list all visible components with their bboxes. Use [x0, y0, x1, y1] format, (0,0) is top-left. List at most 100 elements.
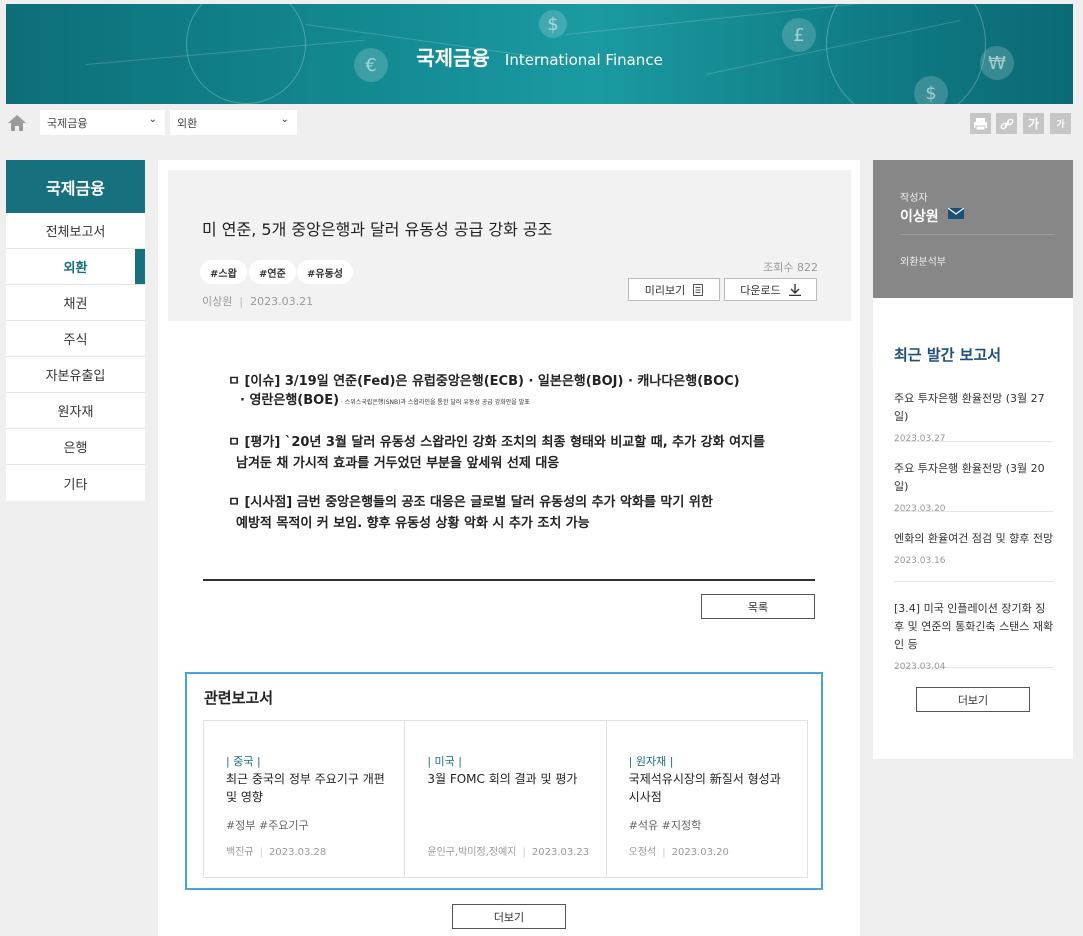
sidebar-item-bonds[interactable]: 채권	[6, 285, 145, 321]
article-meta: 이상원 | 2023.03.21	[202, 293, 313, 309]
subcategory-select-value: 외환	[177, 117, 198, 130]
document-icon	[693, 283, 704, 296]
summary-issue-line2: · 영란은행(BOE) · 스위스국립은행(SNB)과 스왑라인을 통한 달러 …	[240, 389, 530, 408]
summary-implication-line2: 예방적 목적이 커 보임. 향후 유동성 상황 악화 시 추가 조치 가능	[236, 516, 590, 531]
banner-title-ko: 국제금융	[416, 46, 490, 70]
sidebar-item-fx[interactable]: 외환	[6, 249, 145, 285]
related-card-title[interactable]: 국제석유시장의 新질서 형성과 시사점	[629, 770, 789, 806]
sidebar-item-capital-flows[interactable]: 자본유출입	[6, 357, 145, 393]
tag-liquidity[interactable]: #유동성	[297, 260, 353, 284]
recent-reports: 최근 발간 보고서 주요 투자은행 환율전망 (3월 27일) 2023.03.…	[873, 298, 1073, 759]
sidebar-item-commodities[interactable]: 원자재	[6, 393, 145, 429]
recent-item-date: 2023.03.04	[894, 662, 946, 672]
preview-button[interactable]: 미리보기	[628, 278, 720, 301]
summary-evaluation-line2: 남겨둔 채 가시적 효과를 거두었던 부분을 앞세워 선제 대응	[236, 456, 560, 471]
meta-separator: |	[522, 847, 526, 858]
download-label: 다운로드	[740, 283, 781, 297]
related-date: 2023.03.28	[268, 847, 327, 858]
sidebar-item-banks[interactable]: 은행	[6, 429, 145, 465]
summary-evaluation-line1: ㅁ [평가] `20년 3월 달러 유동성 스왑라인 강화 조치의 최종 형태와…	[228, 435, 765, 450]
related-meta: 오정석 | 2023.03.20	[629, 843, 729, 858]
recent-item-title[interactable]: 주요 투자은행 환율전망 (3월 20일)	[894, 460, 1054, 496]
related-category: | 미국 |	[427, 755, 462, 768]
category-select-value: 국제금융	[47, 117, 88, 130]
related-more-button[interactable]: 더보기	[452, 904, 566, 929]
related-tags: #석유 #지정학	[628, 819, 702, 832]
meta-separator: |	[239, 295, 244, 308]
summary-issue-line2-note: · 스위스국립은행(SNB)과 스왑라인을 통한 달러 유동성 공급 강화안을 …	[339, 399, 530, 406]
related-author: 윤인구,박미정,정예지	[427, 847, 517, 858]
banner-title-en: International Finance	[504, 51, 663, 69]
recent-item-title[interactable]: 엔화의 환율여건 점검 및 향후 전망	[894, 530, 1054, 548]
related-date: 2023.03.20	[671, 847, 729, 858]
print-icon	[974, 117, 987, 130]
home-icon[interactable]	[7, 113, 27, 133]
related-reports: 관련보고서 | 중국 | 최근 중국의 정부 주요기구 개편 및 영향 #정부 …	[185, 672, 823, 890]
sidebar-item-all-reports[interactable]: 전체보고서	[6, 213, 145, 249]
chevron-down-icon: ⌄	[148, 114, 157, 125]
mail-icon[interactable]	[948, 208, 964, 219]
subcategory-select[interactable]: 외환 ⌄	[170, 110, 297, 135]
view-count: 조회수 822	[763, 261, 818, 274]
related-meta: 윤인구,박미정,정예지 | 2023.03.23	[427, 843, 589, 858]
banner-decoration	[565, 4, 865, 35]
recent-title: 최근 발간 보고서	[894, 346, 1002, 364]
author-name: 이상원	[900, 209, 939, 225]
related-title: 관련보고서	[204, 689, 274, 707]
main-content: 미 연준, 5개 중앙은행과 달러 유동성 공급 강화 공조 #스왑 #연준 #…	[158, 160, 860, 936]
related-card[interactable]: | 미국 | 3월 FOMC 회의 결과 및 평가 윤인구,박미정,정예지 | 20…	[405, 721, 607, 877]
chevron-down-icon: ⌄	[280, 114, 289, 125]
print-button[interactable]	[970, 113, 991, 134]
link-icon	[1000, 118, 1013, 129]
related-category: | 중국 |	[226, 755, 261, 768]
recent-item-date: 2023.03.20	[894, 504, 946, 514]
recent-item[interactable]: 주요 투자은행 환율전망 (3월 27일) 2023.03.27	[894, 390, 1054, 444]
dollar-coin-icon: $	[914, 76, 948, 104]
author-divider	[900, 234, 1055, 235]
preview-label: 미리보기	[644, 283, 686, 297]
category-select[interactable]: 국제금융 ⌄	[40, 110, 165, 135]
recent-more-button[interactable]: 더보기	[916, 687, 1030, 712]
recent-item[interactable]: 주요 투자은행 환율전망 (3월 20일) 2023.03.20	[894, 460, 1054, 514]
related-grid: | 중국 | 최근 중국의 정부 주요기구 개편 및 영향 #정부 #주요기구 …	[203, 720, 808, 878]
page-banner: € £ ₩ $ $ 국제금융 International Finance	[6, 4, 1073, 104]
summary-implication-line1: ㅁ [시사점] 금번 중앙은행들의 공조 대응은 글로벌 달러 유동성의 추가 …	[228, 495, 713, 510]
tag-fed[interactable]: #연준	[249, 260, 296, 284]
list-button[interactable]: 목록	[701, 594, 815, 619]
sidebar-item-stocks[interactable]: 주식	[6, 321, 145, 357]
copy-link-button[interactable]	[996, 113, 1017, 134]
font-increase-button[interactable]: 가	[1023, 113, 1044, 134]
related-card[interactable]: | 원자재 | 국제석유시장의 新질서 형성과 시사점 #석유 #지정학 오정석…	[607, 721, 807, 877]
author-department: 외환분석부	[900, 257, 946, 268]
banner-title: 국제금융 International Finance	[6, 42, 1073, 71]
related-tags: #정부 #주요기구	[226, 819, 309, 832]
author-label: 작성자	[900, 193, 928, 204]
related-category: | 원자재 |	[628, 755, 674, 768]
download-button[interactable]: 다운로드	[724, 278, 817, 301]
recent-item-title[interactable]: [3.4] 미국 인플레이션 장기화 징후 및 연준의 통화긴축 스탠스 재확인…	[894, 600, 1054, 654]
recent-item-date: 2023.03.16	[894, 556, 946, 566]
related-author: 오정석	[628, 847, 657, 858]
font-decrease-button[interactable]: 가	[1050, 113, 1071, 134]
article-title: 미 연준, 5개 중앙은행과 달러 유동성 공급 강화 공조	[202, 220, 553, 239]
related-meta: 백진규 | 2023.03.28	[226, 843, 326, 858]
meta-separator: |	[662, 847, 666, 858]
related-author: 백진규	[226, 847, 254, 858]
article-author: 이상원	[202, 295, 233, 308]
sidebar-item-other[interactable]: 기타	[6, 465, 145, 501]
recent-item[interactable]: 엔화의 환율여건 점검 및 향후 전망 2023.03.16	[894, 530, 1054, 582]
related-date: 2023.03.23	[531, 847, 590, 858]
recent-item-title[interactable]: 주요 투자은행 환율전망 (3월 27일)	[894, 390, 1054, 426]
sidebar-nav: 국제금융 전체보고서 외환 채권 주식 자본유출입 원자재 은행 기타	[6, 160, 145, 501]
author-panel: 작성자 이상원 외환분석부	[873, 160, 1073, 298]
article-date: 2023.03.21	[250, 295, 314, 308]
tag-swap[interactable]: #스왑	[200, 260, 247, 284]
related-card[interactable]: | 중국 | 최근 중국의 정부 주요기구 개편 및 영향 #정부 #주요기구 …	[204, 721, 406, 877]
dollar-coin-icon: $	[539, 10, 567, 38]
summary-issue-line2-main: · 영란은행(BOE)	[240, 393, 340, 408]
recent-item-date: 2023.03.27	[894, 434, 946, 444]
related-card-title[interactable]: 3월 FOMC 회의 결과 및 평가	[427, 770, 587, 788]
meta-separator: |	[259, 847, 263, 858]
related-card-title[interactable]: 최근 중국의 정부 주요기구 개편 및 영향	[226, 770, 386, 806]
recent-item[interactable]: [3.4] 미국 인플레이션 장기화 징후 및 연준의 통화긴축 스탠스 재확인…	[894, 600, 1054, 672]
